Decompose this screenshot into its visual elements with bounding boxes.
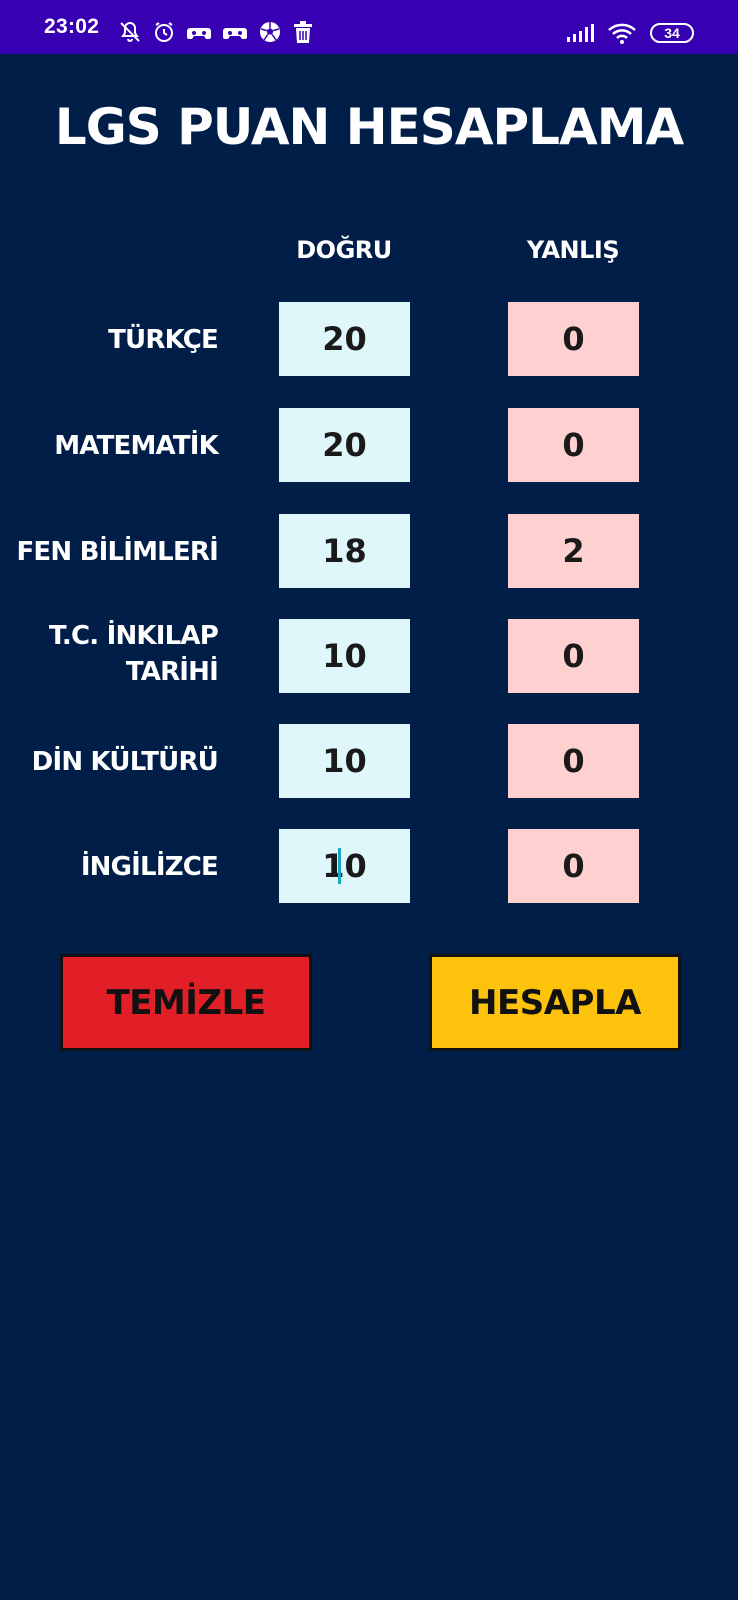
trash-icon xyxy=(292,20,314,44)
subject-label-din: DİN KÜLTÜRÜ xyxy=(31,747,219,777)
ingilizce-correct-input[interactable]: 10 xyxy=(279,829,410,903)
status-bar: 23:02 34 xyxy=(0,0,738,54)
cloud-game-icon xyxy=(222,20,248,44)
din-wrong-input[interactable]: 0 xyxy=(508,724,639,798)
ingilizce-wrong-input[interactable]: 0 xyxy=(508,829,639,903)
inkilap-wrong-input[interactable]: 0 xyxy=(508,619,639,693)
soccer-ball-icon xyxy=(258,20,282,44)
fen-wrong-input[interactable]: 2 xyxy=(508,514,639,588)
wrong-column-header: YANLIŞ xyxy=(526,236,620,264)
correct-column-header: DOĞRU xyxy=(296,236,392,264)
matematik-wrong-input[interactable]: 0 xyxy=(508,408,639,482)
alarm-icon xyxy=(152,20,176,44)
subject-label-turkce: TÜRKÇE xyxy=(108,325,219,355)
notification-icons xyxy=(118,20,314,44)
matematik-correct-input[interactable]: 20 xyxy=(279,408,410,482)
cloud-game-icon xyxy=(186,20,212,44)
bell-off-icon xyxy=(118,20,142,44)
clear-button[interactable]: TEMİZLE xyxy=(60,954,312,1051)
subject-label-inkilap: T.C. İNKILAP TARİHİ xyxy=(10,618,219,690)
din-correct-input[interactable]: 10 xyxy=(279,724,410,798)
turkce-correct-input[interactable]: 20 xyxy=(279,302,410,376)
wifi-icon xyxy=(608,22,636,44)
inkilap-correct-input[interactable]: 10 xyxy=(279,619,410,693)
fen-correct-input[interactable]: 18 xyxy=(279,514,410,588)
subject-label-inkilap-line2: TARİHİ xyxy=(125,657,219,687)
status-time: 23:02 xyxy=(44,15,100,38)
system-icons: 34 xyxy=(566,20,694,46)
battery-icon: 34 xyxy=(650,23,694,43)
calculate-button[interactable]: HESAPLA xyxy=(429,954,681,1051)
subject-label-matematik: MATEMATİK xyxy=(54,431,219,461)
subject-label-ingilizce: İNGİLİZCE xyxy=(80,852,219,882)
subject-label-fen: FEN BİLİMLERİ xyxy=(16,537,218,567)
turkce-wrong-input[interactable]: 0 xyxy=(508,302,639,376)
ingilizce-correct-value: 10 xyxy=(322,847,367,885)
page-title: LGS PUAN HESAPLAMA xyxy=(54,98,684,156)
text-cursor xyxy=(338,848,341,884)
signal-icon xyxy=(566,23,594,43)
subject-label-inkilap-line1: T.C. İNKILAP xyxy=(48,621,219,651)
